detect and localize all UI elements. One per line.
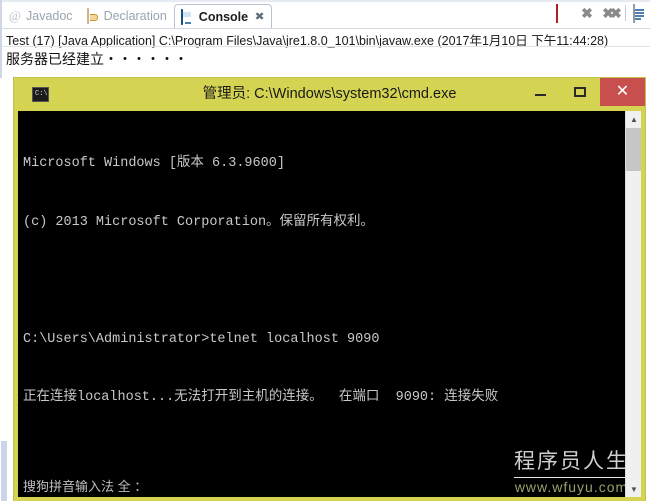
tab-javadoc-label: Javadoc — [26, 9, 73, 23]
console-icon — [180, 8, 195, 25]
stop-square-icon — [556, 4, 558, 23]
minimize-button[interactable] — [520, 78, 560, 106]
watermark-rule — [514, 477, 629, 478]
close-icon[interactable]: ✖ — [255, 10, 265, 23]
eclipse-console-view: @ Javadoc Declaration Console ✖ ✖ ✖✖ Tes… — [0, 0, 650, 501]
terminal-scrollbar[interactable]: ▲ ▼ — [625, 111, 641, 497]
scroll-up-icon[interactable]: ▲ — [626, 111, 641, 127]
maximize-icon — [574, 87, 586, 97]
remove-all-terminated-button[interactable]: ✖✖ — [602, 5, 621, 21]
cmd-window[interactable]: C:\ 管理员: C:\Windows\system32\cmd.exe ✕ M… — [14, 78, 645, 501]
tab-console-label: Console — [198, 9, 249, 24]
terminal-line: (c) 2013 Microsoft Corporation。保留所有权利。 — [23, 214, 375, 230]
remove-launch-button[interactable]: ✖ — [579, 5, 595, 21]
close-button[interactable]: ✕ — [600, 78, 645, 106]
terminal-text: Microsoft Windows [版本 6.3.9600] (c) 2013… — [23, 115, 498, 497]
console-header-divider — [2, 46, 650, 47]
tab-declaration-label: Declaration — [103, 9, 167, 23]
ime-status-bar: 搜狗拼音输入法 全 ： — [23, 479, 148, 494]
view-tab-bar: @ Javadoc Declaration Console ✖ — [2, 2, 650, 28]
tab-console[interactable]: Console ✖ — [173, 4, 273, 28]
tab-javadoc[interactable]: @ Javadoc — [2, 4, 80, 28]
terminal-body[interactable]: Microsoft Windows [版本 6.3.9600] (c) 2013… — [18, 111, 641, 497]
console-toolbar: ✖ ✖✖ — [556, 4, 650, 23]
cmd-titlebar[interactable]: C:\ 管理员: C:\Windows\system32\cmd.exe ✕ — [14, 78, 645, 111]
panel-left-gutter — [0, 78, 8, 501]
watermark-title: 程序员人生 — [514, 450, 629, 473]
terminate-button[interactable] — [556, 4, 572, 23]
declaration-icon — [86, 8, 100, 24]
close-icon: ✕ — [615, 83, 630, 100]
console-output-text: 服务器已经建立・・・・・・ — [6, 51, 188, 67]
terminal-line: 正在连接localhost...无法打开到主机的连接。 在端口 9090: 连接… — [23, 390, 499, 405]
scrollbar-thumb[interactable] — [626, 128, 641, 171]
watermark: 程序员人生 www.wfuyu.com — [514, 445, 629, 495]
scroll-down-icon[interactable]: ▼ — [626, 481, 641, 497]
minimize-icon — [534, 94, 546, 96]
terminal-line: Microsoft Windows [版本 6.3.9600] — [23, 156, 285, 171]
panel-left-accent — [1, 441, 7, 501]
maximize-button[interactable] — [560, 78, 600, 106]
watermark-url: www.wfuyu.com — [514, 479, 629, 495]
tab-declaration[interactable]: Declaration — [80, 4, 174, 28]
toolbar-divider — [625, 5, 626, 21]
tab-bar-divider — [2, 28, 650, 29]
open-console-button[interactable] — [633, 4, 649, 23]
at-icon: @ — [9, 8, 21, 23]
document-icon — [633, 4, 644, 23]
terminal-line: C:\Users\Administrator>telnet localhost … — [23, 331, 380, 347]
